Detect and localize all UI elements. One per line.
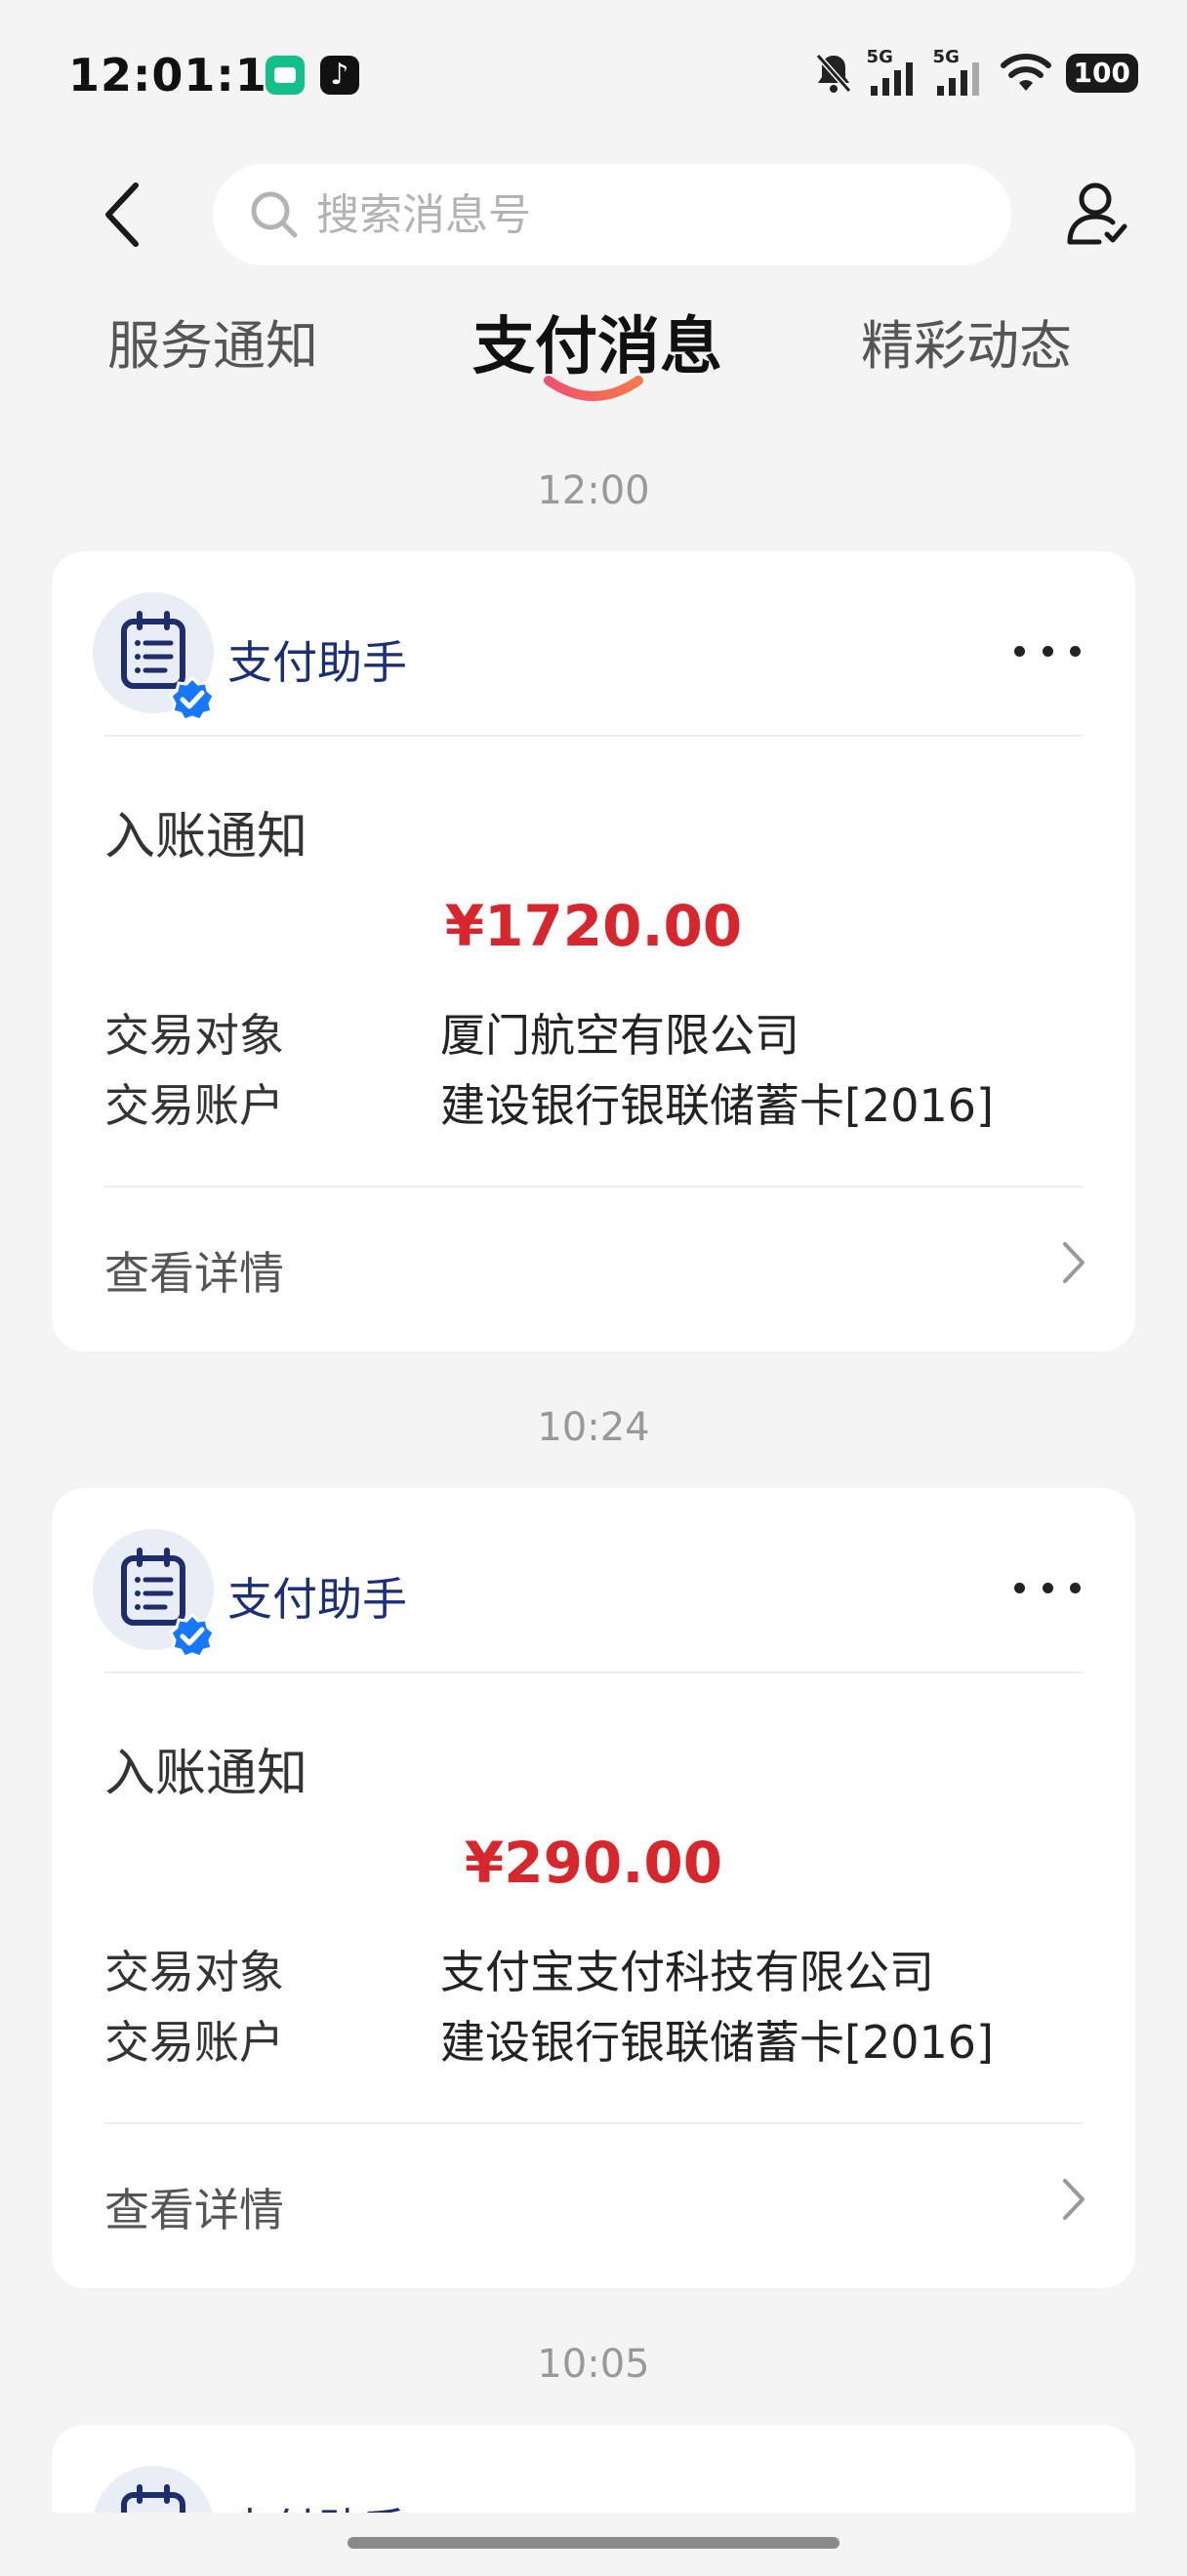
app-green-icon: [266, 56, 305, 95]
sender-name[interactable]: 支付助手: [227, 1564, 407, 1629]
message-time: 12:00: [537, 468, 650, 513]
view-details-row[interactable]: 查看详情: [52, 2124, 1135, 2271]
divider: [104, 735, 1083, 737]
message-card: 支付助手 入账通知 ¥290.00 交易对象 支付宝支付科技有限公司 交易账户 …: [52, 1488, 1135, 2288]
message-time: 10:05: [537, 2342, 650, 2387]
profile-button[interactable]: [1058, 176, 1136, 254]
message-time: 10:24: [537, 1405, 650, 1450]
message-card: 支付助手: [52, 2425, 1135, 2513]
card-header: 支付助手: [52, 551, 1135, 737]
notice-title: 入账通知: [104, 1745, 308, 1803]
header: [0, 156, 1187, 273]
notepad-icon: [121, 2484, 185, 2513]
signal-icon: 5G: [867, 47, 920, 98]
search-input[interactable]: [316, 189, 980, 240]
tab-active-indicator: [544, 376, 643, 401]
verified-badge-icon: [169, 1613, 216, 1659]
tab-highlights[interactable]: 精彩动态: [861, 302, 1072, 380]
sender-name[interactable]: 支付助手: [227, 2495, 407, 2513]
bell-muted-icon: [815, 54, 851, 93]
view-details-label: 查看详情: [104, 2184, 284, 2236]
field-value: 厦门航空有限公司: [440, 1009, 799, 1062]
field-label: 交易账户: [104, 1079, 284, 1132]
field-label: 交易账户: [104, 2016, 284, 2069]
amount: ¥1720.00: [444, 893, 743, 959]
field-value: 支付宝支付科技有限公司: [440, 1946, 934, 1998]
view-details-row[interactable]: 查看详情: [52, 1187, 1135, 1334]
user-check-icon: [1067, 182, 1127, 245]
more-options-button[interactable]: [1008, 631, 1086, 670]
notice-title: 入账通知: [104, 808, 308, 866]
message-card: 支付助手 入账通知 ¥1720.00 交易对象 厦门航空有限公司 交易账户 建设…: [52, 551, 1135, 1351]
field-label: 交易对象: [104, 1946, 284, 1998]
divider: [104, 1671, 1083, 1673]
chevron-right-icon: [1063, 2179, 1085, 2220]
chevron-right-icon: [1063, 1242, 1085, 1283]
field-label: 交易对象: [104, 1009, 284, 1062]
field-value: 建设银行银联储蓄卡[2016]: [440, 1079, 994, 1132]
back-arrow-icon: [105, 182, 139, 247]
wifi-icon: [1000, 54, 1051, 91]
verified-badge-icon: [169, 676, 216, 722]
sender-name[interactable]: 支付助手: [227, 627, 407, 692]
avatar[interactable]: [93, 2466, 214, 2513]
card-header: 支付助手: [52, 1488, 1135, 1673]
view-details-label: 查看详情: [104, 1247, 284, 1300]
status-icons: 5G 5G 100: [814, 47, 1138, 100]
signal-icon: 5G: [933, 47, 986, 98]
tab-service-notice[interactable]: 服务通知: [107, 302, 318, 380]
field-value: 建设银行银联储蓄卡[2016]: [440, 2016, 994, 2069]
status-bar: 12:01:17 ♪ 5G 5G 100: [0, 0, 1187, 146]
back-button[interactable]: [88, 176, 156, 254]
tab-bar: 服务通知 支付消息 精彩动态: [0, 293, 1187, 420]
battery-icon: 100: [1065, 54, 1138, 93]
search-box[interactable]: [213, 164, 1011, 265]
more-options-button[interactable]: [1008, 1568, 1086, 1607]
amount: ¥290.00: [464, 1830, 723, 1896]
search-icon: [251, 191, 298, 238]
tiktok-icon: ♪: [320, 56, 359, 95]
home-indicator[interactable]: [348, 2537, 839, 2549]
